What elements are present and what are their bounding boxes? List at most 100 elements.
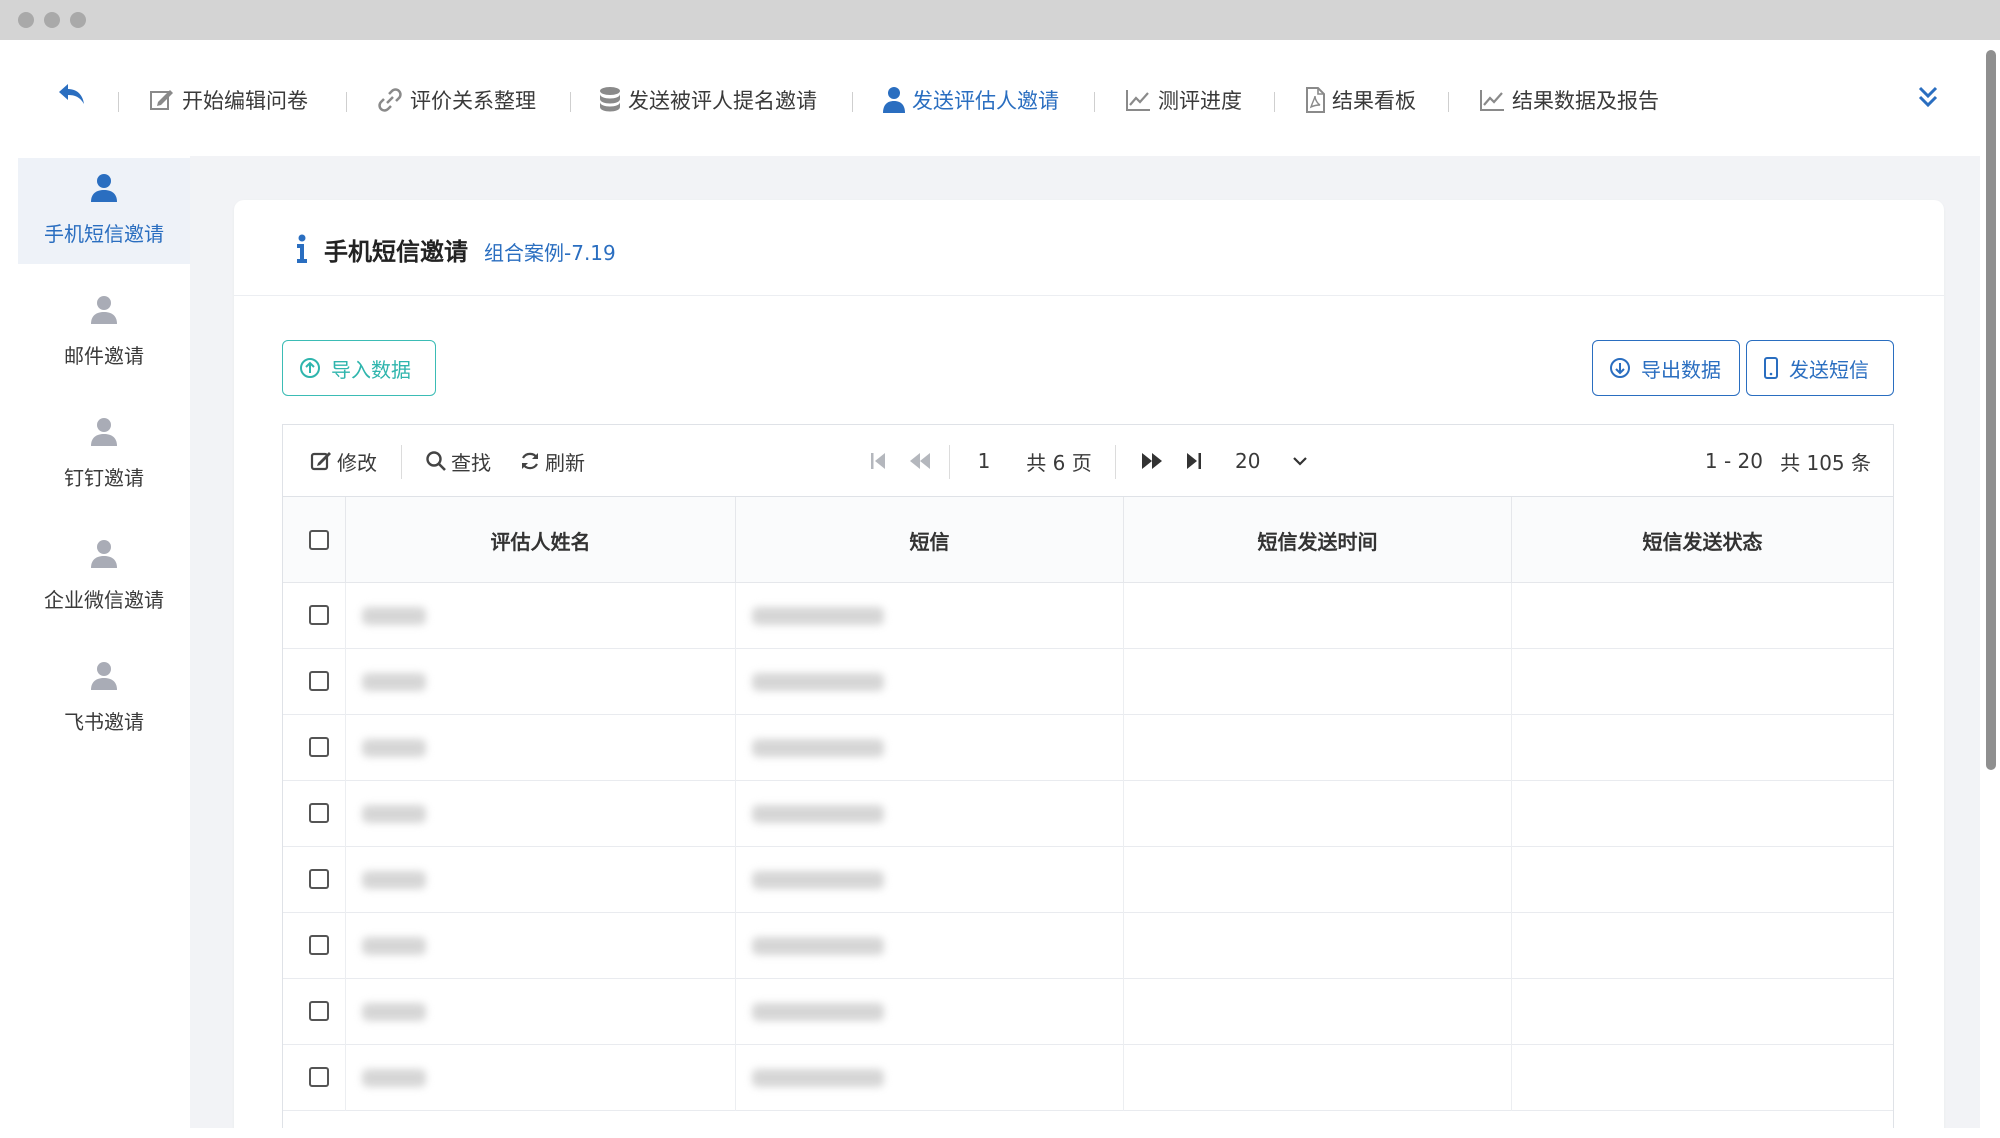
nav-tab-nomination-invite[interactable]: 发送被评人提名邀请 <box>598 84 817 116</box>
cell-send-time <box>1123 847 1511 913</box>
table-header: 评估人姓名 短信 短信发送时间 短信发送状态 <box>283 497 1893 583</box>
nav-separator <box>1094 92 1095 112</box>
cell-send-status <box>1511 781 1893 847</box>
cell-rater-name <box>345 715 735 781</box>
nav-separator <box>118 92 119 112</box>
page-scrollbar-thumb[interactable] <box>1986 50 1996 770</box>
cell-rater-name <box>345 1045 735 1111</box>
sidebar-item-sms[interactable]: 手机短信邀请 <box>18 158 190 264</box>
refresh-icon <box>522 452 538 470</box>
cell-send-status <box>1511 847 1893 913</box>
redacted-text <box>752 1069 884 1087</box>
panel-header: 手机短信邀请 组合案例-7.19 <box>234 200 1944 296</box>
nav-tab-result-board[interactable]: 结果看板 <box>1304 84 1416 116</box>
cell-rater-name <box>345 979 735 1045</box>
line-chart-icon <box>1480 90 1504 111</box>
prev-page-button[interactable] <box>903 447 937 475</box>
edit-icon <box>310 452 331 471</box>
page-title: 手机短信邀请 <box>324 238 468 266</box>
table-row[interactable] <box>283 1045 1893 1111</box>
cell-send-status <box>1511 715 1893 781</box>
sidebar-item-email[interactable]: 邮件邀请 <box>18 280 190 386</box>
cell-rater-name <box>345 583 735 649</box>
mobile-phone-icon <box>1764 357 1778 379</box>
row-checkbox[interactable] <box>309 1067 329 1087</box>
cell-send-status <box>1511 583 1893 649</box>
first-page-button[interactable] <box>863 447 893 475</box>
table-row[interactable] <box>283 847 1893 913</box>
table-row[interactable] <box>283 649 1893 715</box>
cell-sms <box>735 649 1123 715</box>
cell-send-status <box>1511 913 1893 979</box>
column-header-rater-name[interactable]: 评估人姓名 <box>345 497 735 583</box>
nav-tab-progress[interactable]: 测评进度 <box>1124 84 1242 116</box>
sidebar-item-dingtalk[interactable]: 钉钉邀请 <box>18 402 190 508</box>
cell-sms <box>735 583 1123 649</box>
current-page-number[interactable]: 1 <box>969 447 999 475</box>
nav-tab-edit-questionnaire[interactable]: 开始编辑问卷 <box>148 84 308 116</box>
nav-more-button[interactable] <box>1916 84 1940 112</box>
refresh-button[interactable]: 刷新 <box>519 447 585 475</box>
user-icon <box>91 540 117 568</box>
nav-tab-result-report[interactable]: 结果数据及报告 <box>1478 84 1659 116</box>
table-row[interactable] <box>283 715 1893 781</box>
toolbar-label: 刷新 <box>545 450 585 475</box>
upload-circle-icon <box>300 358 320 378</box>
info-icon <box>297 234 307 263</box>
column-header-sms[interactable]: 短信 <box>735 497 1123 583</box>
row-checkbox[interactable] <box>309 803 329 823</box>
cell-sms <box>735 847 1123 913</box>
cell-send-time <box>1123 781 1511 847</box>
rewind-icon <box>910 453 930 469</box>
redacted-text <box>752 607 884 625</box>
row-checkbox[interactable] <box>309 737 329 757</box>
user-icon <box>91 296 117 324</box>
import-data-button[interactable]: 导入数据 <box>282 340 436 396</box>
nav-separator <box>346 92 347 112</box>
window-zoom-dot[interactable] <box>70 12 86 28</box>
nav-tab-relations[interactable]: 评价关系整理 <box>376 84 536 116</box>
table-row[interactable] <box>283 979 1893 1045</box>
nav-separator <box>852 92 853 112</box>
select-all-checkbox[interactable] <box>309 530 329 550</box>
fast-forward-icon <box>1142 453 1162 469</box>
cell-send-status <box>1511 979 1893 1045</box>
table-row[interactable] <box>283 781 1893 847</box>
export-data-button[interactable]: 导出数据 <box>1592 340 1740 396</box>
next-page-button[interactable] <box>1135 447 1169 475</box>
sidebar-item-wecom[interactable]: 企业微信邀请 <box>18 524 190 630</box>
redacted-text <box>362 673 426 691</box>
search-button[interactable]: 查找 <box>425 447 491 475</box>
row-checkbox[interactable] <box>309 605 329 625</box>
nav-tab-rater-invite[interactable]: 发送评估人邀请 <box>882 84 1059 116</box>
back-button[interactable] <box>56 80 88 110</box>
column-header-sms-send-status[interactable]: 短信发送状态 <box>1511 497 1893 583</box>
cell-send-time <box>1123 649 1511 715</box>
row-checkbox[interactable] <box>309 671 329 691</box>
redacted-text <box>362 1003 426 1021</box>
redacted-text <box>362 607 426 625</box>
window-minimize-dot[interactable] <box>44 12 60 28</box>
window-close-dot[interactable] <box>18 12 34 28</box>
line-chart-icon <box>1126 90 1150 111</box>
row-checkbox[interactable] <box>309 935 329 955</box>
row-checkbox[interactable] <box>309 1001 329 1021</box>
edit-button[interactable]: 修改 <box>309 447 377 475</box>
table-row[interactable] <box>283 583 1893 649</box>
send-sms-button[interactable]: 发送短信 <box>1746 340 1894 396</box>
user-icon <box>91 174 117 202</box>
sidebar-item-feishu[interactable]: 飞书邀请 <box>18 646 190 752</box>
cell-send-time <box>1123 715 1511 781</box>
project-name: 组合案例-7.19 <box>484 241 616 265</box>
nav-tab-label: 发送被评人提名邀请 <box>628 89 817 113</box>
row-checkbox[interactable] <box>309 869 329 889</box>
nav-tab-label: 结果看板 <box>1332 89 1416 113</box>
cell-sms <box>735 781 1123 847</box>
redacted-text <box>362 1069 426 1087</box>
column-header-sms-send-time[interactable]: 短信发送时间 <box>1123 497 1511 583</box>
last-page-button[interactable] <box>1179 447 1209 475</box>
link-icon <box>378 88 402 112</box>
table-row[interactable] <box>283 913 1893 979</box>
record-range: 1 - 20 <box>1704 449 1763 473</box>
page-size-select[interactable]: 20 <box>1235 447 1309 475</box>
